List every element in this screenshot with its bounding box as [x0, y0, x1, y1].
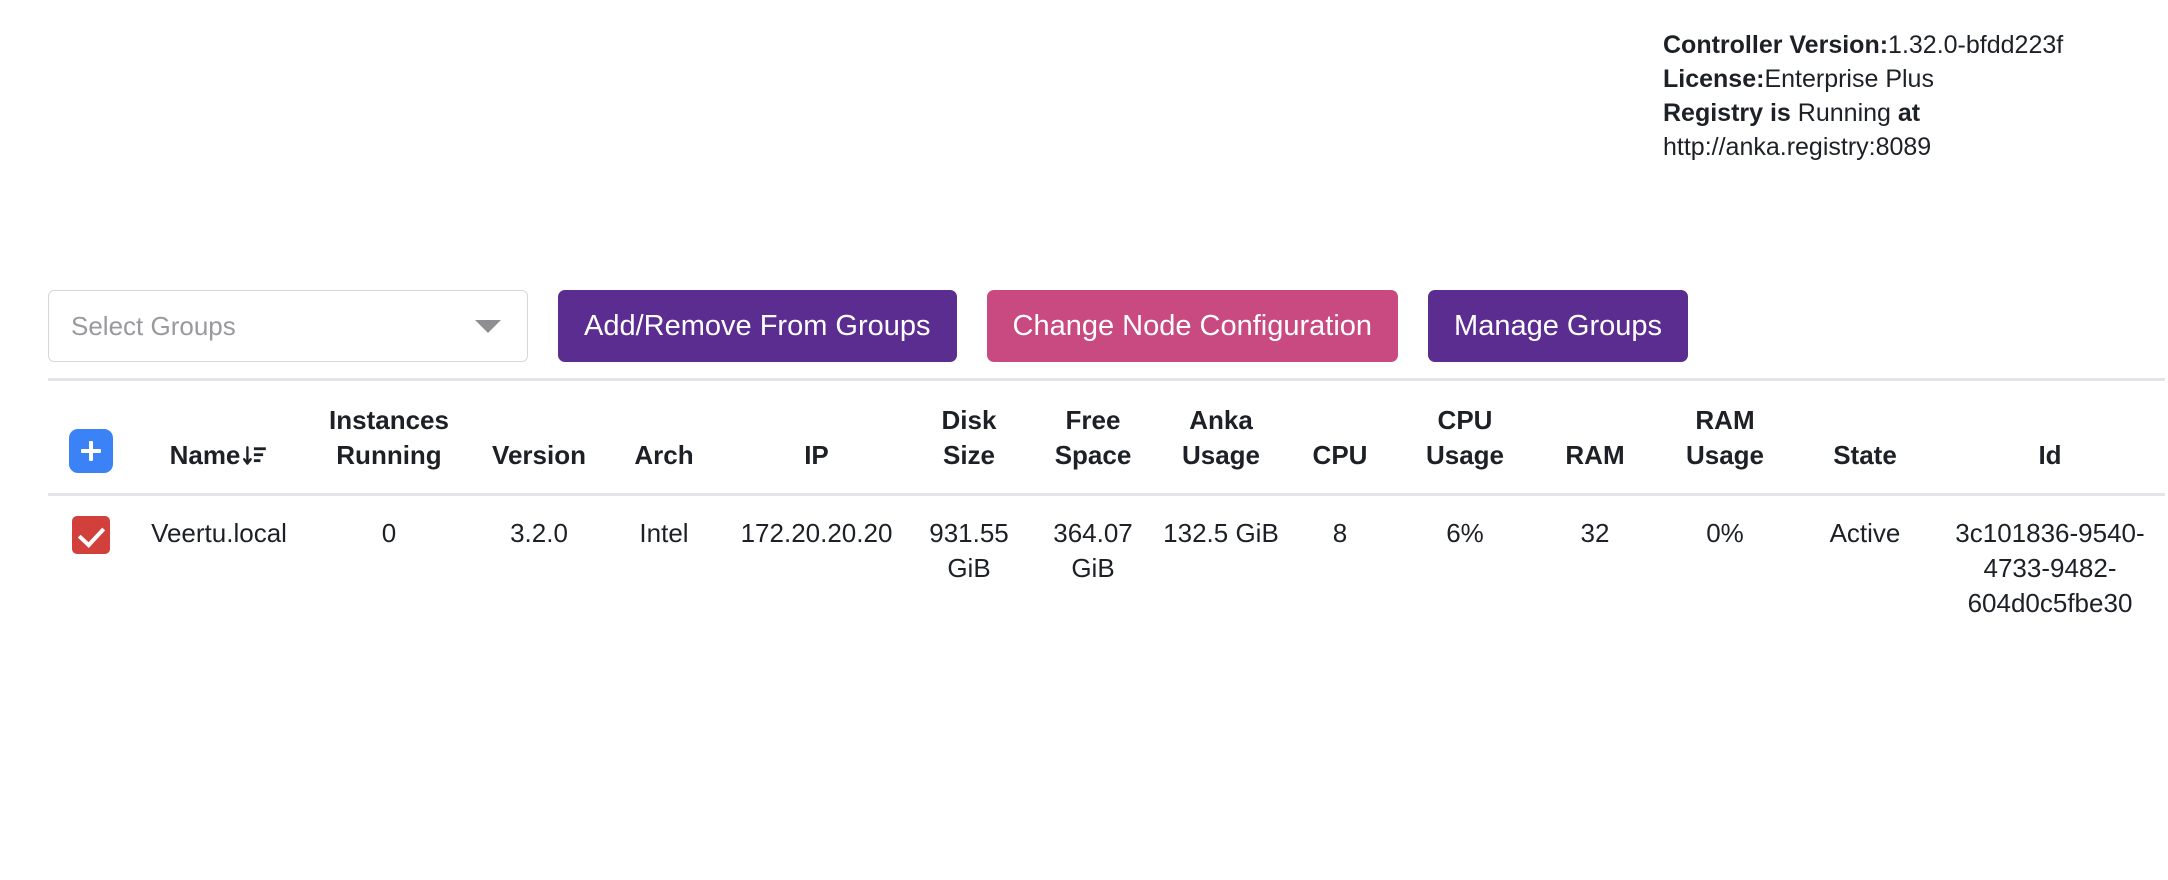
select-groups-dropdown[interactable]: Select Groups: [48, 290, 528, 362]
cell-cpu: 8: [1285, 495, 1395, 642]
license-label: License:: [1663, 65, 1764, 93]
cell-anka-usage: 132.5 GiB: [1157, 495, 1285, 642]
add-remove-from-groups-button[interactable]: Add/Remove From Groups: [558, 290, 957, 362]
header-id: Id: [1935, 380, 2165, 495]
table-header: Name Instances Running: [48, 380, 2165, 495]
header-ram: RAM: [1535, 380, 1655, 495]
header-arch: Arch: [604, 380, 724, 495]
header-cpu: CPU: [1285, 380, 1395, 495]
registry-status-line: Registry is Running at: [1663, 96, 2133, 130]
table-body: Veertu.local 0 3.2.0 Intel 172.20.20.20 …: [48, 495, 2165, 642]
registry-url: http://anka.registry:8089: [1663, 130, 2133, 164]
header-name-label: Name: [170, 438, 241, 473]
header-free-space: Free Space: [1029, 380, 1157, 495]
header-ram-usage-line1: RAM: [1661, 403, 1789, 438]
header-anka-usage: Anka Usage: [1157, 380, 1285, 495]
license-value: Enterprise Plus: [1764, 65, 1934, 93]
cell-id: 3c101836-9540-4733-9482-604d0c5fbe30: [1935, 495, 2165, 642]
header-state: State: [1795, 380, 1935, 495]
header-select-all: [48, 380, 134, 495]
select-groups-placeholder: Select Groups: [71, 311, 475, 342]
header-version: Version: [474, 380, 604, 495]
cell-cpu-usage: 6%: [1395, 495, 1535, 642]
name-sort-control[interactable]: Name: [170, 438, 269, 473]
header-instances-running: Instances Running: [304, 380, 474, 495]
nodes-table: Name Instances Running: [48, 378, 2165, 641]
header-ip: IP: [724, 380, 909, 495]
registry-status: Running: [1798, 99, 1891, 127]
controller-version-label: Controller Version:: [1663, 31, 1888, 59]
cell-disk-size: 931.55 GiB: [909, 495, 1029, 642]
table-row: Veertu.local 0 3.2.0 Intel 172.20.20.20 …: [48, 495, 2165, 642]
cell-ram-usage: 0%: [1655, 495, 1795, 642]
header-disk-line2: Size: [915, 438, 1023, 473]
header-ram-usage: RAM Usage: [1655, 380, 1795, 495]
table-header-row: Name Instances Running: [48, 380, 2165, 495]
controller-info-block: Controller Version:1.32.0-bfdd223f Licen…: [1663, 28, 2133, 164]
header-cpu-usage-line2: Usage: [1401, 438, 1529, 473]
header-ram-usage-line2: Usage: [1661, 438, 1789, 473]
cell-name: Veertu.local: [134, 495, 304, 642]
license-line: License:Enterprise Plus: [1663, 62, 2133, 96]
registry-prefix: Registry is: [1663, 99, 1791, 127]
cell-version: 3.2.0: [474, 495, 604, 642]
header-anka-line2: Usage: [1163, 438, 1279, 473]
header-free-line2: Space: [1035, 438, 1151, 473]
cell-state: Active: [1795, 495, 1935, 642]
header-anka-line1: Anka: [1163, 403, 1279, 438]
cell-ip: 172.20.20.20: [724, 495, 909, 642]
header-free-line1: Free: [1035, 403, 1151, 438]
cell-free-space: 364.07 GiB: [1029, 495, 1157, 642]
nodes-table-container: Name Instances Running: [48, 378, 2165, 641]
change-node-configuration-button[interactable]: Change Node Configuration: [987, 290, 1399, 362]
toolbar: Select Groups Add/Remove From Groups Cha…: [48, 290, 1688, 362]
chevron-down-icon: [475, 320, 501, 333]
header-cpu-usage-line1: CPU: [1401, 403, 1529, 438]
row-checkbox[interactable]: [72, 516, 110, 554]
registry-suffix: at: [1898, 99, 1920, 127]
header-cpu-usage: CPU Usage: [1395, 380, 1535, 495]
plus-icon[interactable]: [69, 429, 113, 473]
controller-version-line: Controller Version:1.32.0-bfdd223f: [1663, 28, 2133, 62]
header-instances-line2: Running: [310, 438, 468, 473]
cell-ram: 32: [1535, 495, 1655, 642]
header-name[interactable]: Name: [134, 380, 304, 495]
header-disk-size: Disk Size: [909, 380, 1029, 495]
cell-instances-running: 0: [304, 495, 474, 642]
cell-arch: Intel: [604, 495, 724, 642]
header-instances-line1: Instances: [310, 403, 468, 438]
sort-descending-icon: [242, 443, 268, 469]
row-select-cell: [48, 495, 134, 642]
manage-groups-button[interactable]: Manage Groups: [1428, 290, 1688, 362]
controller-version-value: 1.32.0-bfdd223f: [1888, 31, 2063, 59]
header-disk-line1: Disk: [915, 403, 1023, 438]
